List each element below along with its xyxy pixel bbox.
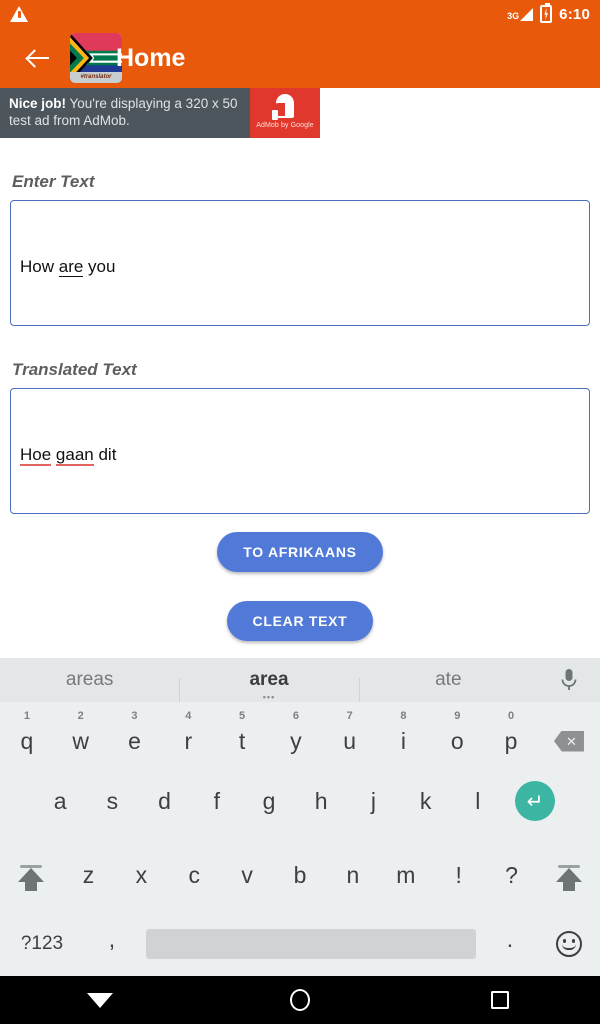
translate-button-row: TO AFRIKAANS [10, 532, 590, 572]
key-w[interactable]: 2w [54, 710, 108, 755]
keyboard-row-3: z x c v b n m ! ? [0, 838, 600, 912]
app-icon-tag: #translator [70, 72, 122, 83]
keyboard-row-4: ?123 , . [0, 912, 600, 976]
key-g[interactable]: g [243, 788, 295, 815]
shift-icon-left[interactable] [0, 865, 62, 891]
input-text-before: How [20, 257, 59, 276]
key-d[interactable]: d [138, 788, 190, 815]
key-hint: 0 [508, 709, 515, 722]
ad-copy: Nice job! You're displaying a 320 x 50 t… [0, 88, 250, 138]
key-hint: 2 [77, 709, 84, 722]
to-afrikaans-button[interactable]: TO AFRIKAANS [217, 532, 383, 572]
comma-key[interactable]: , [84, 926, 140, 963]
suggestion-strip: areas area ate [0, 658, 600, 702]
key-k[interactable]: k [400, 788, 452, 815]
key-hint: 4 [185, 709, 192, 722]
translator-form: Enter Text How are you Translated Text H… [0, 172, 600, 641]
network-signal-indicator: 3G [507, 7, 534, 21]
keyboard-row-2: a s d f g h j k l ↵ [0, 764, 600, 838]
system-navigation-bar [0, 976, 600, 1024]
back-arrow-icon[interactable] [26, 45, 52, 71]
key-n[interactable]: n [326, 862, 379, 889]
shift-icon-right[interactable] [538, 865, 600, 891]
key-o[interactable]: 9o [430, 710, 484, 755]
key-i[interactable]: 8i [377, 710, 431, 755]
enter-text-label: Enter Text [12, 172, 95, 191]
key-hint: 3 [131, 709, 138, 722]
recents-square-icon[interactable] [470, 991, 530, 1009]
key-hint: 6 [292, 709, 299, 722]
input-text-after: you [83, 257, 116, 276]
status-bar: 3G 6:10 [0, 0, 600, 28]
keyboard-row-1: 1q 2w 3e 4r 5t 6y 7u 8i 9o 0p ✕ [0, 702, 600, 764]
translated-text-value: Hoe gaan dit [20, 445, 117, 466]
key-z[interactable]: z [62, 862, 115, 889]
key-question[interactable]: ? [485, 862, 538, 889]
phone-screen: 3G 6:10 #translator Home Nice job! You'r… [0, 0, 600, 1024]
key-a[interactable]: a [34, 788, 86, 815]
output-text-after: dit [93, 445, 117, 464]
clear-button-row: CLEAR TEXT [10, 590, 590, 641]
suggestion-0[interactable]: areas [0, 669, 179, 691]
key-p[interactable]: 0p [484, 710, 538, 755]
key-v[interactable]: v [221, 862, 274, 889]
key-r[interactable]: 4r [161, 710, 215, 755]
admob-test-banner[interactable]: Nice job! You're displaying a 320 x 50 t… [0, 88, 320, 138]
translated-text-label: Translated Text [12, 360, 137, 379]
on-screen-keyboard: areas area ate 1q 2w 3e 4r 5t 6y 7u 8i 9… [0, 658, 600, 976]
admob-glyph-icon [270, 94, 300, 120]
ad-headline: Nice job! [9, 96, 67, 111]
key-hint: 7 [346, 709, 353, 722]
key-s[interactable]: s [86, 788, 138, 815]
enter-text-value: How are you [20, 257, 115, 277]
suggestion-2[interactable]: ate [358, 669, 538, 702]
admob-logo: AdMob by Google [250, 88, 320, 138]
input-text-marked: are [58, 257, 84, 277]
key-m[interactable]: m [379, 862, 432, 889]
key-h[interactable]: h [295, 788, 347, 815]
key-u[interactable]: 7u [323, 710, 377, 755]
home-circle-icon[interactable] [270, 989, 330, 1011]
backspace-icon[interactable]: ✕ [538, 730, 600, 752]
emoji-icon[interactable] [538, 931, 600, 957]
key-f[interactable]: f [191, 788, 243, 815]
key-y[interactable]: 6y [269, 710, 323, 755]
microphone-icon[interactable] [538, 668, 600, 692]
enter-key-icon[interactable]: ↵ [504, 781, 566, 821]
page-title: Home [116, 43, 186, 72]
clear-text-button[interactable]: CLEAR TEXT [226, 601, 374, 641]
enter-text-input[interactable]: How are you [10, 200, 590, 326]
space-key[interactable] [146, 929, 476, 959]
key-l[interactable]: l [452, 788, 504, 815]
key-x[interactable]: x [115, 862, 168, 889]
network-label: 3G [507, 10, 520, 21]
suggestion-1[interactable]: area [179, 669, 359, 702]
key-hint: 1 [23, 709, 30, 722]
hide-keyboard-icon[interactable] [70, 992, 130, 1008]
status-clock: 6:10 [559, 5, 590, 23]
translated-text-input[interactable]: Hoe gaan dit [10, 388, 590, 514]
key-hint: 5 [239, 709, 246, 722]
output-text-second: gaan [55, 445, 94, 466]
key-q[interactable]: 1q [0, 710, 54, 755]
key-b[interactable]: b [274, 862, 327, 889]
admob-caption: AdMob by Google [256, 122, 314, 129]
key-e[interactable]: 3e [108, 710, 162, 755]
key-c[interactable]: c [168, 862, 221, 889]
warning-triangle-icon [10, 6, 28, 22]
signal-bars-icon [520, 7, 534, 21]
app-bar: #translator Home [0, 28, 600, 88]
key-exclamation[interactable]: ! [432, 862, 485, 889]
battery-charging-icon [540, 3, 553, 23]
symbols-key[interactable]: ?123 [0, 933, 84, 955]
key-t[interactable]: 5t [215, 710, 269, 755]
period-key[interactable]: . [482, 926, 538, 963]
south-africa-flag-icon: #translator [70, 33, 122, 83]
key-hint: 8 [400, 709, 407, 722]
key-hint: 9 [454, 709, 461, 722]
output-text-first: Hoe [20, 445, 52, 466]
key-j[interactable]: j [347, 788, 399, 815]
